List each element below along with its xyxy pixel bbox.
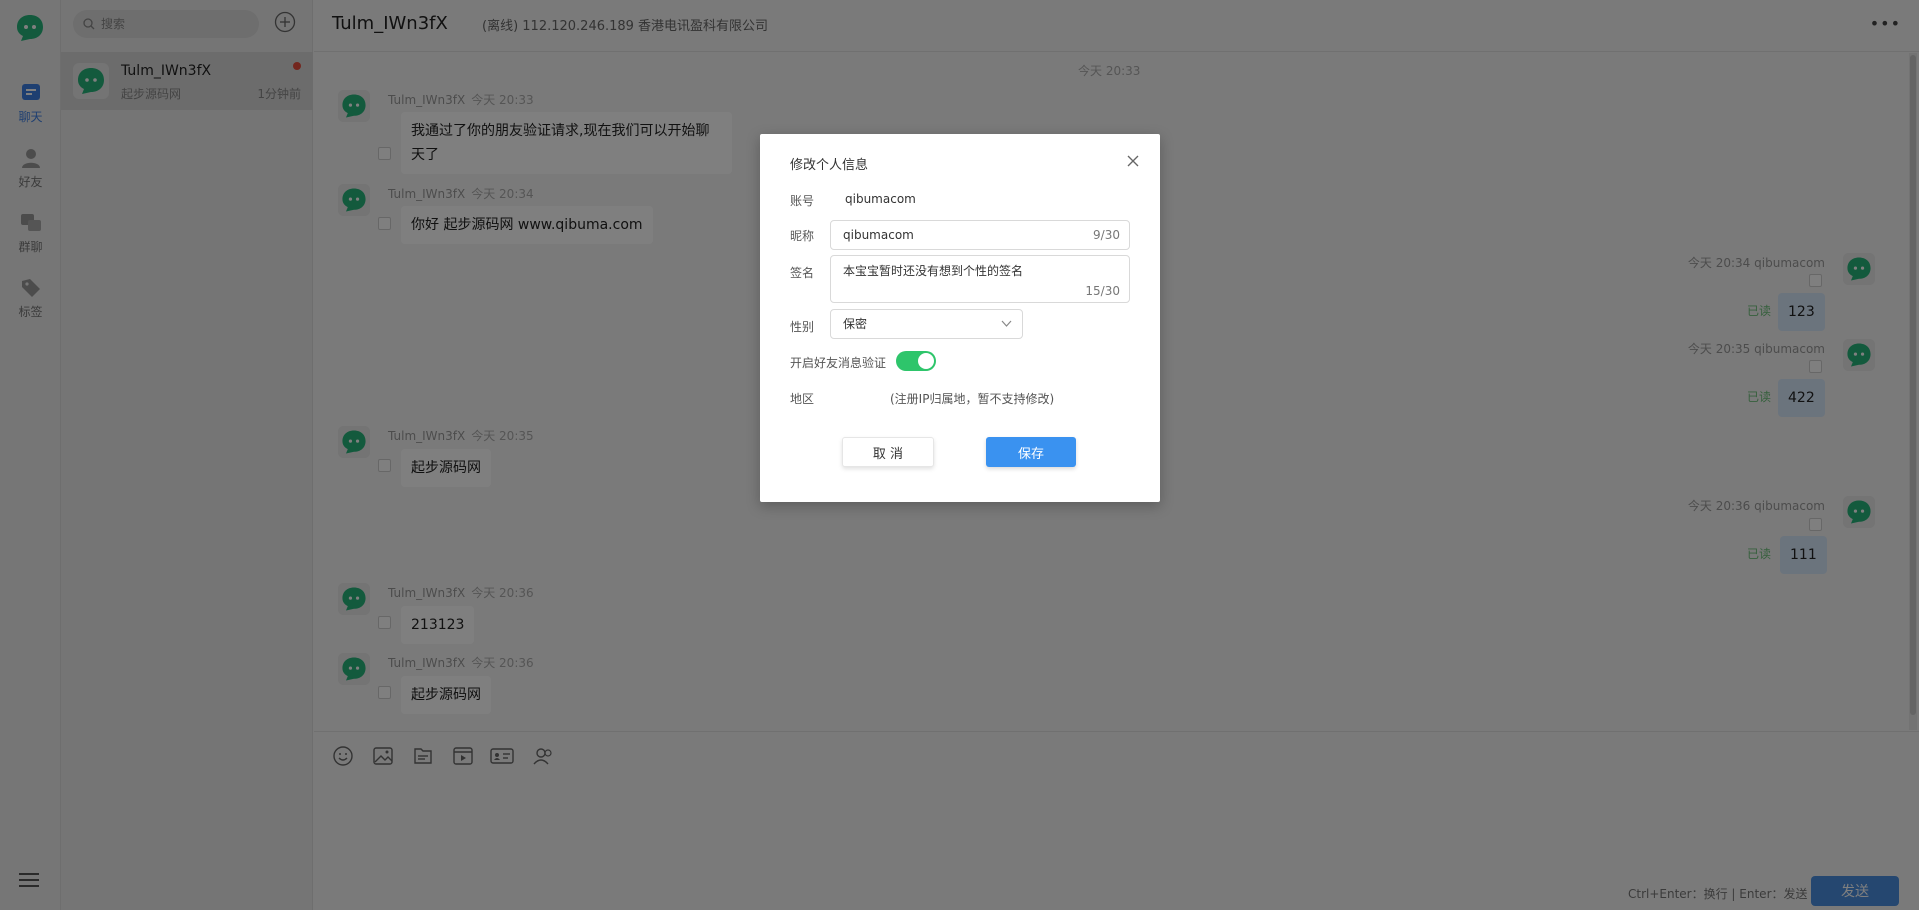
signature-field[interactable]: 本宝宝暂时还没有想到个性的签名 15/30 [830, 255, 1130, 303]
verify-toggle[interactable] [896, 351, 936, 371]
save-button[interactable]: 保存 [986, 437, 1076, 467]
nickname-label: 昵称 [790, 229, 815, 243]
chevron-down-icon [1001, 320, 1012, 327]
signature-label: 签名 [790, 266, 815, 280]
gender-label: 性别 [790, 320, 815, 334]
gender-select[interactable]: 保密 [830, 309, 1023, 339]
region-label: 地区 [790, 392, 815, 406]
edit-profile-dialog: 修改个人信息 账号 qibumacom 昵称 qibumacom 9/30 签名… [760, 134, 1160, 502]
account-value: qibumacom [845, 192, 916, 206]
cancel-button[interactable]: 取 消 [842, 437, 934, 467]
gender-value: 保密 [843, 317, 868, 331]
close-icon[interactable] [1126, 154, 1140, 168]
verify-label: 开启好友消息验证 [790, 356, 887, 370]
nickname-count: 9/30 [1093, 228, 1120, 242]
nickname-value: qibumacom [843, 228, 914, 242]
account-label: 账号 [790, 194, 815, 208]
signature-value: 本宝宝暂时还没有想到个性的签名 [843, 264, 1024, 278]
nickname-field[interactable]: qibumacom 9/30 [830, 220, 1130, 250]
region-note: (注册IP归属地，暂不支持修改) [890, 392, 1055, 406]
signature-count: 15/30 [1085, 284, 1120, 298]
dialog-title: 修改个人信息 [790, 158, 869, 173]
